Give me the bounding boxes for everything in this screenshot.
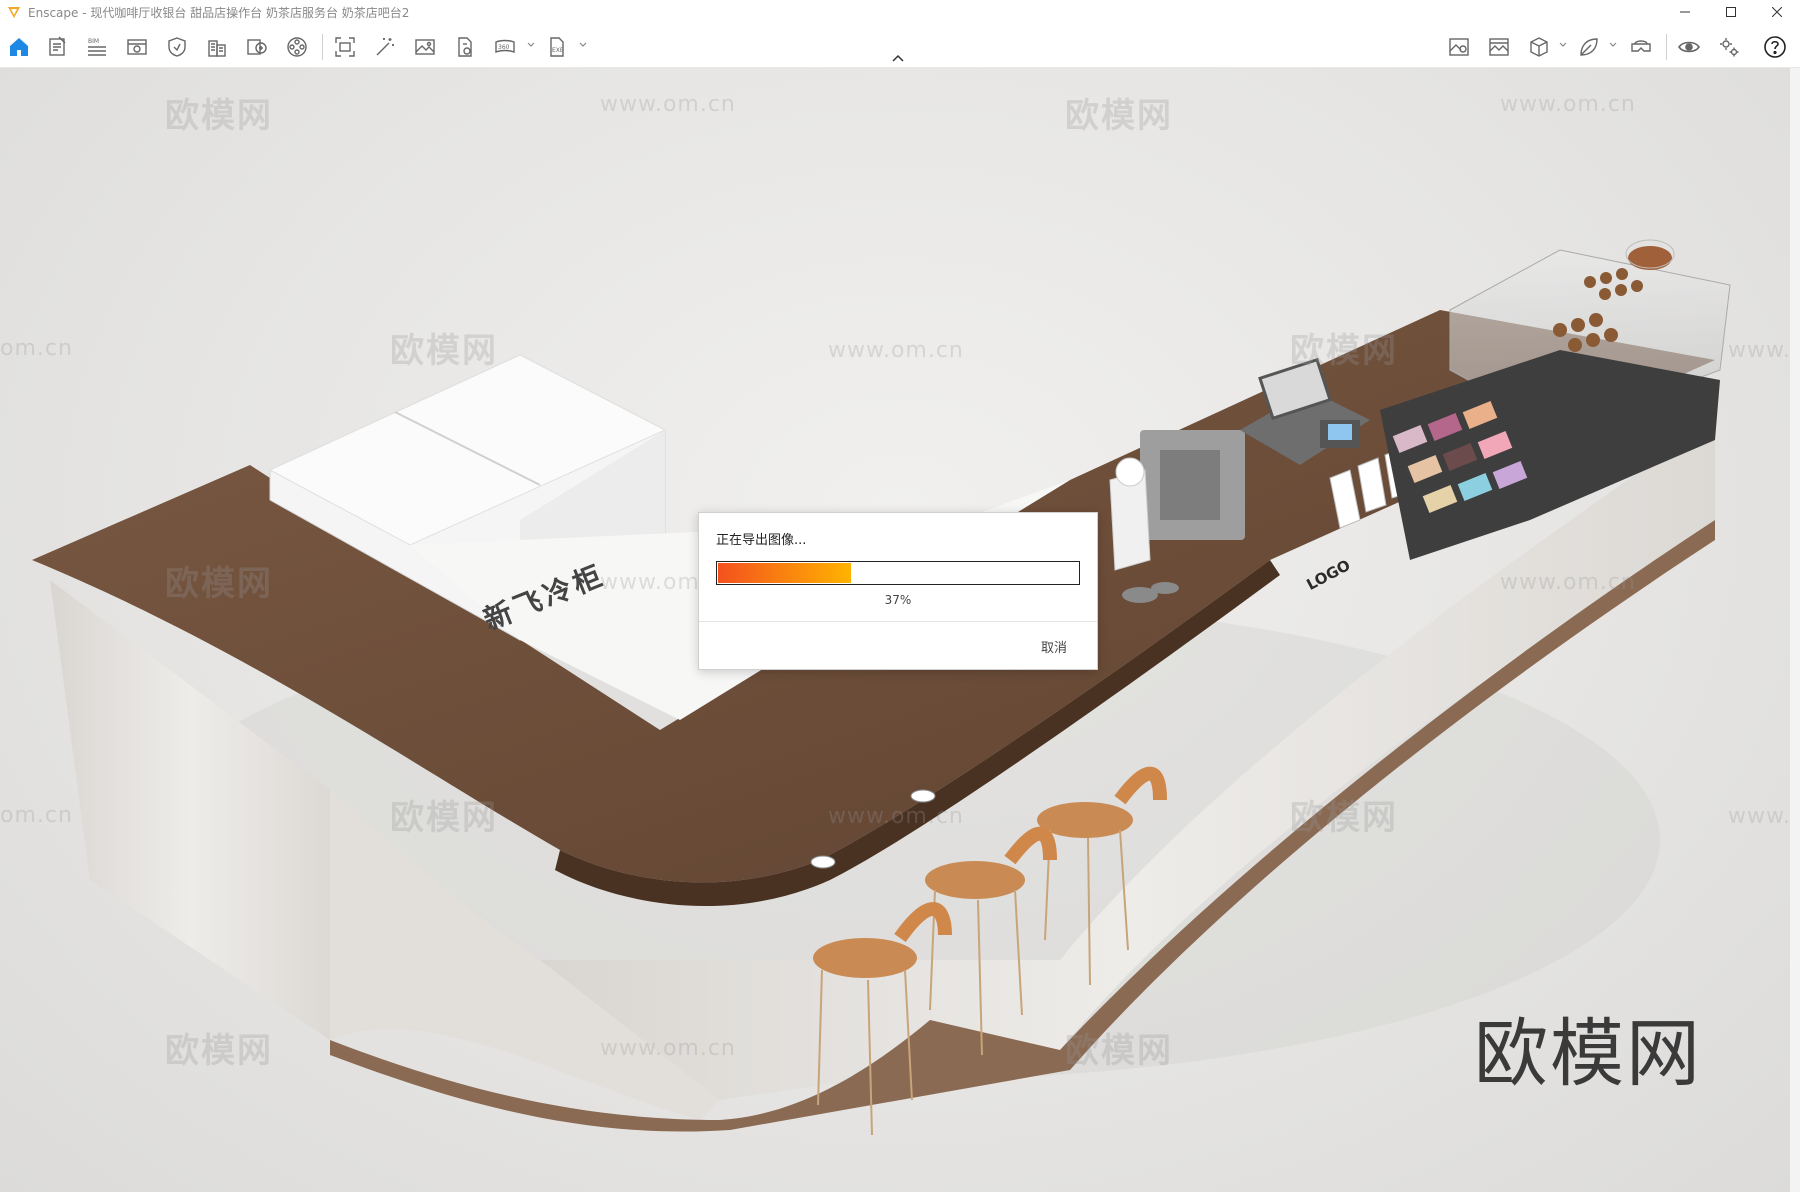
svg-text:EXE: EXE xyxy=(552,47,564,54)
panorama-button[interactable]: 360 xyxy=(492,34,518,60)
image-gallery-icon xyxy=(1489,38,1509,56)
watermark-url: om.cn xyxy=(0,336,73,361)
panorama-dropdown-chevron-icon[interactable] xyxy=(526,40,536,50)
brand-watermark: 欧模网 xyxy=(1474,1011,1702,1097)
watermark-url: www.om.cn xyxy=(828,338,964,363)
maximize-button[interactable] xyxy=(1708,0,1754,24)
watermark: 欧模网 xyxy=(165,564,273,604)
minimize-icon xyxy=(1680,11,1690,13)
title-bar: Enscape - 现代咖啡厅收银台 甜品店操作台 奶茶店服务台 奶茶店吧台2 xyxy=(0,0,1800,24)
cancel-button[interactable]: 取消 xyxy=(1041,637,1067,656)
watermark-url: www. xyxy=(1728,338,1791,363)
view-icon xyxy=(127,39,147,55)
leaf-icon xyxy=(1580,38,1598,56)
shield-icon xyxy=(168,37,186,57)
screenshot-button[interactable] xyxy=(332,34,358,60)
leaf-dropdown-chevron-icon[interactable] xyxy=(1608,40,1618,50)
building-icon xyxy=(208,40,226,57)
progress-bar-fill xyxy=(718,563,851,583)
screenshot-icon xyxy=(335,37,355,57)
dialog-title: 正在导出图像... xyxy=(716,533,807,548)
watermark-url: www.om.cn xyxy=(600,1036,736,1061)
close-icon xyxy=(1772,7,1782,17)
home-icon xyxy=(10,38,28,56)
watermark-url: om.cn xyxy=(0,803,73,828)
watermark: 欧模网 xyxy=(1065,96,1173,136)
main-toolbar: BIM 360 EXE xyxy=(0,24,1800,68)
watermark: 欧模网 xyxy=(390,798,498,838)
vr-headset-button[interactable] xyxy=(1628,34,1654,60)
progress-percentage: 37% xyxy=(884,593,912,607)
watermark: 欧模网 xyxy=(1290,331,1398,371)
window-title: Enscape - 现代咖啡厅收银台 甜品店操作台 奶茶店服务台 奶茶店吧台2 xyxy=(28,5,410,20)
settings-button[interactable] xyxy=(1716,34,1742,60)
export-progress-dialog: 正在导出图像... 37% 取消 xyxy=(698,512,1098,670)
asset-library-icon xyxy=(247,39,267,55)
svg-text:BIM: BIM xyxy=(88,38,99,45)
building-button[interactable] xyxy=(204,34,230,60)
svg-text:360: 360 xyxy=(498,44,510,51)
cube-icon xyxy=(1530,37,1548,57)
atmosphere-button[interactable] xyxy=(1446,34,1472,60)
maximize-icon xyxy=(1726,7,1736,17)
dialog-divider xyxy=(699,621,1097,622)
watermark: 欧模网 xyxy=(165,96,273,136)
watermark-url: www.om.cn xyxy=(600,92,736,117)
watermark-url: www.om.cn xyxy=(1500,570,1636,595)
eye-button[interactable] xyxy=(1676,34,1702,60)
document-icon xyxy=(49,36,66,56)
bim-button[interactable]: BIM xyxy=(84,34,110,60)
home-button[interactable] xyxy=(6,34,32,60)
film-reel-button[interactable] xyxy=(284,34,310,60)
exe-export-button[interactable]: EXE xyxy=(544,34,570,60)
atmosphere-icon xyxy=(1449,38,1469,56)
watermark-url: www. xyxy=(1728,804,1791,829)
watermark: 欧模网 xyxy=(390,331,498,371)
window-controls xyxy=(1662,0,1800,24)
exe-file-icon: EXE xyxy=(550,37,564,57)
exe-dropdown-chevron-icon[interactable] xyxy=(578,40,588,50)
watermark: 欧模网 xyxy=(1065,1031,1173,1071)
close-button[interactable] xyxy=(1754,0,1800,24)
minimize-button[interactable] xyxy=(1662,0,1708,24)
export-file-icon xyxy=(458,37,472,57)
help-button[interactable] xyxy=(1762,34,1788,60)
shield-button[interactable] xyxy=(164,34,190,60)
toolbar-separator xyxy=(1666,34,1667,60)
eye-icon xyxy=(1678,41,1700,53)
leaf-button[interactable] xyxy=(1576,34,1602,60)
view-button[interactable] xyxy=(124,34,150,60)
enscape-logo-icon xyxy=(8,7,20,18)
bim-icon: BIM xyxy=(88,38,106,56)
watermark: 欧模网 xyxy=(165,1031,273,1071)
cube-dropdown-chevron-icon[interactable] xyxy=(1558,40,1568,50)
image-button[interactable] xyxy=(412,34,438,60)
asset-library-button[interactable] xyxy=(244,34,270,60)
chevron-up-icon[interactable] xyxy=(891,54,905,62)
settings-icon xyxy=(1720,38,1739,57)
help-icon xyxy=(1764,36,1786,58)
export-file-button[interactable] xyxy=(452,34,478,60)
watermark-url: www.om.cn xyxy=(828,804,964,829)
vertical-scrollbar[interactable] xyxy=(1790,68,1800,1192)
progress-bar xyxy=(716,561,1080,585)
cube-button[interactable] xyxy=(1526,34,1552,60)
panorama-icon: 360 xyxy=(495,39,515,54)
image-icon xyxy=(415,39,435,55)
image-gallery-button[interactable] xyxy=(1486,34,1512,60)
magic-wand-icon xyxy=(376,38,394,56)
watermark: 欧模网 xyxy=(1290,798,1398,838)
film-reel-icon xyxy=(287,37,307,57)
watermark-url: www.om.cn xyxy=(1500,92,1636,117)
vr-headset-icon xyxy=(1631,40,1651,52)
document-button[interactable] xyxy=(44,34,70,60)
magic-wand-button[interactable] xyxy=(372,34,398,60)
toolbar-separator xyxy=(322,34,323,60)
